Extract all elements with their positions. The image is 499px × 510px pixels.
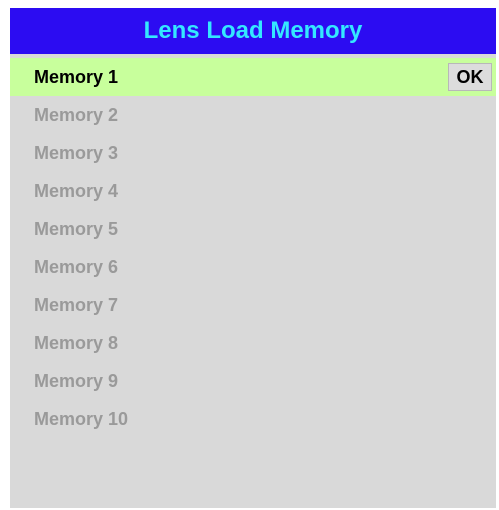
memory-item-label: Memory 6 [34,256,119,277]
memory-item-label: Memory 3 [34,142,119,163]
memory-item-9[interactable]: Memory 9 [10,362,496,400]
lens-load-memory-menu: Lens Load Memory Memory 1 OK Memory 2 Me… [10,8,496,508]
memory-item-1[interactable]: Memory 1 OK [10,58,496,96]
memory-item-label: Memory 10 [34,408,129,429]
ok-button[interactable]: OK [448,63,492,91]
memory-item-3[interactable]: Memory 3 [10,134,496,172]
memory-item-label: Memory 4 [34,180,119,201]
memory-item-7[interactable]: Memory 7 [10,286,496,324]
memory-item-label: Memory 9 [34,370,119,391]
menu-title: Lens Load Memory [10,8,496,54]
memory-item-label: Memory 7 [34,294,119,315]
memory-item-label: Memory 2 [34,104,119,125]
memory-item-8[interactable]: Memory 8 [10,324,496,362]
memory-item-label: Memory 8 [34,332,119,353]
memory-item-5[interactable]: Memory 5 [10,210,496,248]
memory-item-6[interactable]: Memory 6 [10,248,496,286]
memory-list: Memory 1 OK Memory 2 Memory 3 Memory 4 M… [10,58,496,438]
memory-item-label: Memory 1 [34,66,119,87]
memory-item-10[interactable]: Memory 10 [10,400,496,438]
memory-item-4[interactable]: Memory 4 [10,172,496,210]
memory-item-label: Memory 5 [34,218,119,239]
memory-item-2[interactable]: Memory 2 [10,96,496,134]
